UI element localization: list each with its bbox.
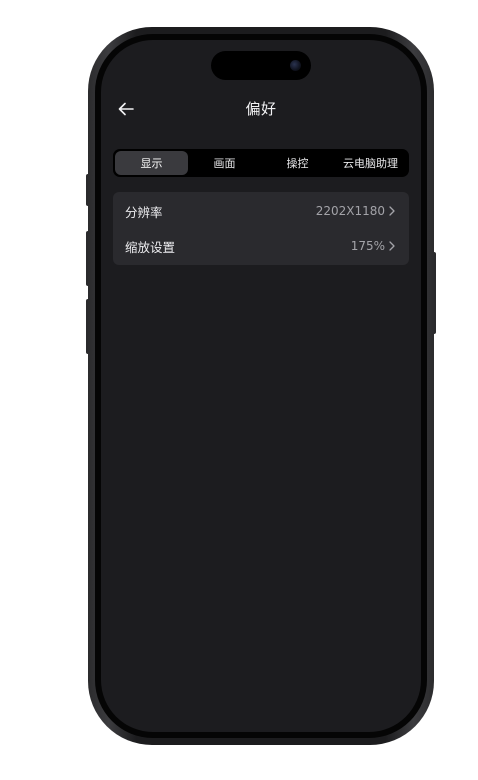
page-title: 偏好: [245, 100, 277, 118]
camera-icon: [290, 60, 301, 71]
scaling-value: 175%: [350, 239, 385, 253]
resolution-row[interactable]: 分辨率 2202X1180: [113, 194, 409, 228]
tab-display[interactable]: 显示: [115, 151, 188, 175]
display-settings-card: 分辨率 2202X1180 缩放设置 175%: [113, 192, 409, 265]
chevron-right-icon: [389, 241, 397, 251]
scaling-label: 缩放设置: [125, 239, 176, 255]
resolution-value-group: 2202X1180: [316, 204, 397, 218]
resolution-label: 分辨率: [125, 204, 163, 220]
tab-controls[interactable]: 操控: [261, 151, 334, 175]
tab-bar: 显示 画面 操控 云电脑助理: [113, 149, 409, 177]
tab-cloud-assistant[interactable]: 云电脑助理: [334, 151, 407, 175]
scaling-value-group: 175%: [351, 239, 397, 253]
device-mockup: 偏好 显示 画面 操控 云电脑助理 分辨率 2202X1180 缩放设置 175…: [0, 0, 478, 780]
scaling-row[interactable]: 缩放设置 175%: [113, 229, 409, 263]
chevron-right-icon: [389, 206, 397, 216]
nav-header: 偏好: [101, 94, 421, 124]
dynamic-island: [211, 51, 311, 80]
app-screen: 偏好 显示 画面 操控 云电脑助理 分辨率 2202X1180 缩放设置 175…: [101, 40, 421, 732]
tab-picture[interactable]: 画面: [188, 151, 261, 175]
resolution-value: 2202X1180: [315, 204, 385, 218]
